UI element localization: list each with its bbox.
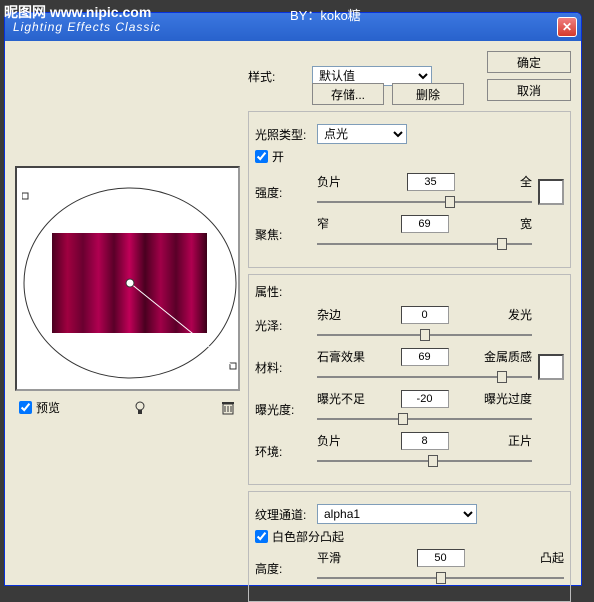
material-slider[interactable]	[317, 368, 532, 386]
light-on-checkbox[interactable]	[255, 150, 268, 163]
material-input[interactable]	[401, 348, 449, 366]
white-high-row[interactable]: 白色部分凸起	[255, 528, 564, 545]
focus-input[interactable]	[401, 215, 449, 233]
height-label: 高度:	[255, 560, 311, 577]
titlebar[interactable]: Lighting Effects Classic ✕	[5, 13, 581, 41]
preview-controls: 预览	[15, 399, 240, 416]
preview-canvas[interactable]	[15, 166, 240, 391]
preview-label: 预览	[36, 399, 60, 416]
ambience-slider[interactable]	[317, 452, 532, 470]
content-area: 预览 样式: 默认值 确定 取消 存储... 删除	[5, 41, 581, 585]
lightbulb-icon[interactable]	[132, 400, 148, 416]
intensity-slider[interactable]	[317, 193, 532, 211]
intensity-label: 强度:	[255, 184, 311, 201]
dialog-window: Lighting Effects Classic ✕ 预览	[4, 12, 582, 586]
left-panel: 预览	[15, 51, 240, 575]
window-title: Lighting Effects Classic	[13, 20, 161, 34]
light-ellipse-handle[interactable]	[22, 183, 237, 383]
preview-checkbox-row[interactable]: 预览	[19, 399, 60, 416]
trash-icon[interactable]	[220, 400, 236, 416]
white-high-checkbox[interactable]	[255, 530, 268, 543]
properties-group: 属性: 光泽: 杂边发光 材料: 石膏效果金属质感	[248, 274, 571, 485]
style-label: 样式:	[248, 68, 304, 85]
exposure-slider[interactable]	[317, 410, 532, 428]
ambience-label: 环境:	[255, 443, 311, 460]
ambient-color-swatch[interactable]	[538, 354, 564, 380]
light-type-label: 光照类型:	[255, 126, 311, 143]
right-panel: 样式: 默认值 确定 取消 存储... 删除 光照类型: 点光	[248, 51, 571, 575]
gloss-input[interactable]	[401, 306, 449, 324]
gloss-slider[interactable]	[317, 326, 532, 344]
light-on-label: 开	[272, 148, 284, 165]
focus-label: 聚焦:	[255, 226, 311, 243]
light-type-group: 光照类型: 点光 开 强度: 负片全 聚焦:	[248, 111, 571, 268]
close-button[interactable]: ✕	[557, 17, 577, 37]
light-type-select[interactable]: 点光	[317, 124, 407, 144]
material-label: 材料:	[255, 359, 311, 376]
height-input[interactable]	[417, 549, 465, 567]
texture-legend: 纹理通道:	[255, 506, 311, 523]
close-icon: ✕	[562, 20, 572, 34]
ambience-input[interactable]	[401, 432, 449, 450]
ok-button[interactable]: 确定	[487, 51, 571, 73]
focus-slider[interactable]	[317, 235, 532, 253]
texture-group: 纹理通道: alpha1 白色部分凸起 高度: 平滑凸起	[248, 491, 571, 602]
intensity-input[interactable]	[407, 173, 455, 191]
exposure-input[interactable]	[401, 390, 449, 408]
texture-channel-select[interactable]: alpha1	[317, 504, 477, 524]
properties-legend: 属性:	[255, 283, 564, 300]
preview-checkbox[interactable]	[19, 401, 32, 414]
height-slider[interactable]	[317, 569, 564, 587]
gloss-label: 光泽:	[255, 317, 311, 334]
delete-button[interactable]: 删除	[392, 83, 464, 105]
light-on-row[interactable]: 开	[255, 148, 564, 165]
exposure-label: 曝光度:	[255, 401, 311, 418]
save-button[interactable]: 存储...	[312, 83, 384, 105]
light-color-swatch[interactable]	[538, 179, 564, 205]
white-high-label: 白色部分凸起	[272, 528, 344, 545]
